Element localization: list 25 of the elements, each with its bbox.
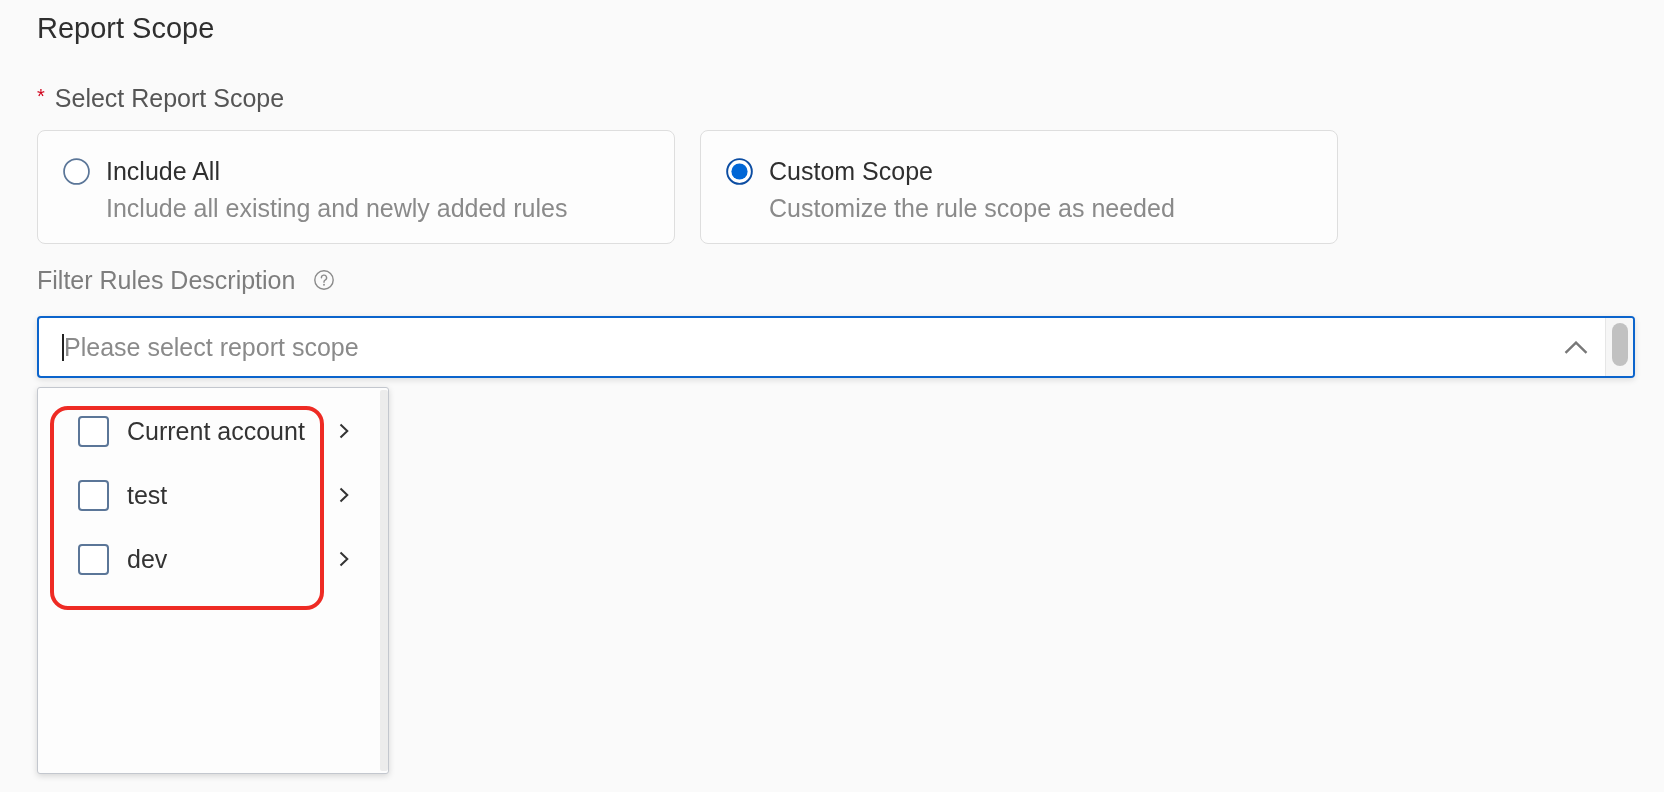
field-label: Filter Rules Description: [37, 265, 296, 295]
section-title: Report Scope: [37, 11, 215, 46]
chevron-right-icon[interactable]: [339, 487, 349, 503]
required-mark: *: [37, 86, 45, 106]
chevron-right-icon[interactable]: [339, 423, 349, 439]
option-title: Include All: [106, 156, 220, 186]
scope-option-card[interactable]: Include All Include all existing and newly added rules: [37, 130, 675, 244]
field-label: Select Report Scope: [54, 83, 285, 113]
checkbox[interactable]: [78, 415, 109, 447]
option-title: Custom Scope: [769, 156, 933, 186]
checkbox[interactable]: [78, 479, 109, 511]
option-label[interactable]: Current account: [127, 416, 305, 446]
scrollbar-thumb[interactable]: [1611, 323, 1628, 366]
help-icon[interactable]: [314, 270, 335, 290]
scope-option-card[interactable]: Custom Scope Customize the rule scope as needed: [700, 130, 1338, 244]
chevron-up-icon[interactable]: [1564, 340, 1588, 354]
option-label[interactable]: test: [127, 480, 168, 510]
radio-button[interactable]: [726, 157, 753, 185]
text-cursor: [62, 333, 64, 361]
option-label[interactable]: dev: [127, 544, 168, 574]
chevron-right-icon[interactable]: [339, 551, 349, 567]
option-description: Include all existing and newly added rules: [106, 193, 568, 223]
checkbox[interactable]: [78, 543, 109, 575]
radio-button[interactable]: [63, 157, 90, 185]
option-description: Customize the rule scope as needed: [769, 193, 1175, 223]
